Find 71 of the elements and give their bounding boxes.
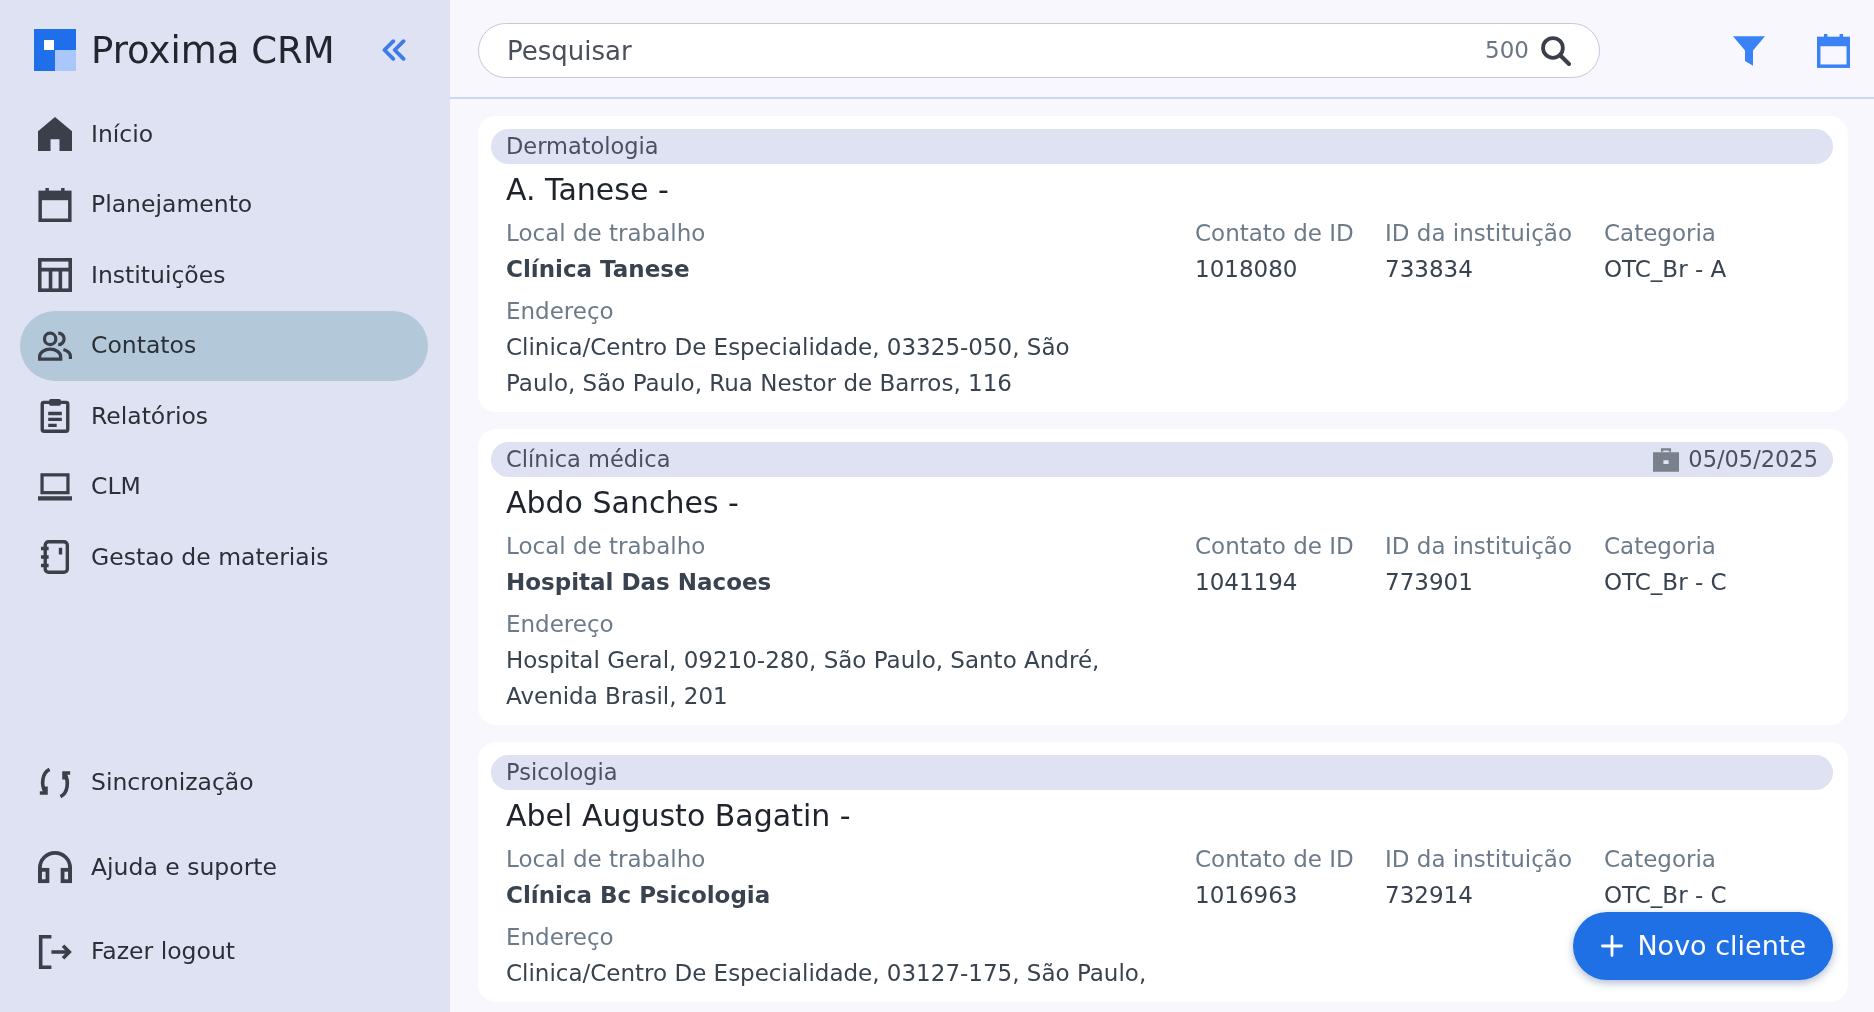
workplace-name: Hospital Das Nacoes (506, 568, 772, 597)
filter-icon[interactable] (1733, 35, 1765, 66)
field-label: Categoria (1604, 532, 1716, 561)
nav-item[interactable]: Contatos (20, 310, 428, 381)
visit-date: 05/05/2025 (1688, 444, 1818, 474)
specialty-label: Clínica médica (506, 444, 671, 474)
collapse-icon[interactable] (382, 39, 406, 61)
sidebar-action[interactable]: Sincronização (20, 747, 428, 818)
search-icon[interactable] (1541, 35, 1571, 66)
app-name: Proxima CRM (91, 31, 335, 69)
contact-card[interactable] (478, 116, 1848, 412)
field-label: Endereço (506, 297, 614, 326)
field-value: OTC_Br - A (1604, 255, 1727, 284)
calendar-icon[interactable] (1817, 32, 1850, 69)
field-label: Categoria (1604, 219, 1716, 248)
field-value: 1016963 (1195, 881, 1298, 910)
field-value: OTC_Br - C (1604, 881, 1727, 910)
address-text: Hospital Geral, 09210-280, São Paulo, Santo André, Avenida Brasil, 201 (506, 646, 1100, 711)
field-label: ID da instituição (1385, 845, 1572, 874)
search-field[interactable]: Pesquisar 500 (478, 23, 1600, 78)
nav-item[interactable]: Planejamento (20, 169, 428, 240)
table-icon (38, 258, 72, 293)
field-label: Local de trabalho (506, 532, 706, 561)
specialty-label: Psicologia (506, 757, 618, 787)
search-input[interactable]: Pesquisar (507, 30, 1476, 71)
workplace-name: Clínica Bc Psicologia (506, 881, 771, 910)
contact-name: A. Tanese - (505, 171, 669, 209)
field-label: Contato de ID (1195, 219, 1354, 248)
field-label: ID da instituição (1385, 532, 1572, 561)
specialty-label: Dermatologia (506, 131, 659, 161)
home-icon (38, 117, 72, 152)
nav-item[interactable]: Gestao de materiais (20, 522, 428, 593)
logout-icon (38, 934, 72, 969)
nav-item[interactable]: Início (20, 99, 428, 170)
field-label: Contato de ID (1195, 532, 1354, 561)
nav-item[interactable]: CLM (20, 451, 428, 522)
field-value: 773901 (1385, 568, 1473, 597)
sidebar-action[interactable]: Ajuda e suporte (20, 832, 428, 903)
nav-item[interactable]: Instituições (20, 240, 428, 311)
logo-icon (34, 29, 76, 71)
contact-name: Abdo Sanches - (505, 484, 739, 522)
nav-item[interactable]: Relatórios (20, 381, 428, 452)
field-label: Local de trabalho (506, 845, 706, 874)
contact-card[interactable] (478, 742, 1848, 1002)
result-count: 500 (1485, 36, 1529, 66)
new-client-button[interactable]: Novo cliente (1573, 912, 1833, 980)
field-value: 1018080 (1195, 255, 1298, 284)
calendar-icon (38, 187, 72, 222)
field-label: ID da instituição (1385, 219, 1572, 248)
address-text: Clinica/Centro De Especialidade, 03127-175, São Paulo, (506, 959, 1147, 988)
notebook-icon (38, 540, 72, 575)
plus-icon (1601, 935, 1624, 957)
field-label: Local de trabalho (506, 219, 706, 248)
field-value: 733834 (1385, 255, 1473, 284)
field-value: 1041194 (1195, 568, 1298, 597)
field-value: OTC_Br - C (1604, 568, 1727, 597)
field-label: Categoria (1604, 845, 1716, 874)
address-text: Clinica/Centro De Especialidade, 03325-050, São Paulo, São Paulo, Rua Nestor de Barros, 116 (506, 333, 1070, 398)
contact-name: Abel Augusto Bagatin - (505, 797, 851, 835)
sidebar-action[interactable]: Fazer logout (20, 916, 428, 987)
field-value: 732914 (1385, 881, 1473, 910)
contact-card[interactable] (478, 429, 1848, 725)
field-label: Endereço (506, 610, 614, 639)
people-icon (38, 328, 72, 363)
briefcase-icon (1653, 447, 1680, 472)
sync-icon (38, 765, 72, 800)
clipboard-icon (38, 399, 72, 434)
headphones-icon (38, 850, 72, 885)
workplace-name: Clínica Tanese (506, 255, 690, 284)
field-label: Endereço (506, 923, 614, 952)
field-label: Contato de ID (1195, 845, 1354, 874)
